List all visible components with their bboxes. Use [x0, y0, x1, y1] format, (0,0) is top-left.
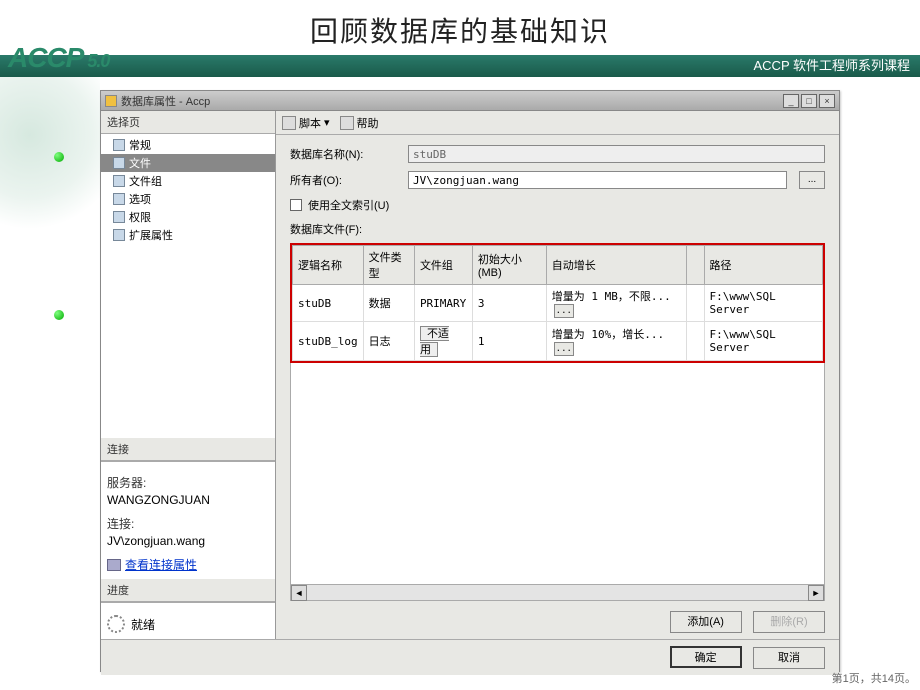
- server-label: 服务器:: [107, 474, 269, 491]
- tree-label: 文件: [129, 155, 151, 171]
- tree-item-filegroups[interactable]: 文件组: [101, 172, 275, 190]
- progress-panel: 就绪: [101, 602, 275, 639]
- left-sidebar: 选择页 常规 文件 文件组 选项 权限 扩展属性 镜像 事务日志传送 连接 服务…: [101, 111, 276, 639]
- maximize-button[interactable]: □: [801, 94, 817, 108]
- slide-subtitle: ACCP 软件工程师系列课程: [0, 55, 920, 77]
- script-icon: [282, 116, 296, 130]
- owner-input[interactable]: [408, 171, 787, 189]
- table-row[interactable]: stuDB 数据 PRIMARY 3 增量为 1 MB，不限...... F:\…: [293, 285, 823, 322]
- cell-name[interactable]: stuDB: [293, 285, 364, 322]
- tree-item-extended[interactable]: 扩展属性: [101, 226, 275, 244]
- bullet-dot: [54, 310, 64, 320]
- connection-value: JV\zongjuan.wang: [107, 534, 269, 548]
- tree-item-general[interactable]: 常规: [101, 136, 275, 154]
- bullet-dot: [54, 152, 64, 162]
- cell-group[interactable]: 不适用: [414, 322, 472, 361]
- database-icon: [105, 95, 117, 107]
- help-button[interactable]: 帮助: [340, 115, 379, 131]
- cell-size[interactable]: 1: [472, 322, 546, 361]
- help-icon: [340, 116, 354, 130]
- page-tree: 常规 文件 文件组 选项 权限 扩展属性 镜像 事务日志传送: [101, 134, 275, 244]
- cell-type[interactable]: 日志: [363, 322, 414, 361]
- cell-name[interactable]: stuDB_log: [293, 322, 364, 361]
- fulltext-checkbox[interactable]: [290, 199, 302, 211]
- dialog-footer: 确定 取消: [101, 639, 839, 675]
- tree-label: 扩展属性: [129, 227, 173, 243]
- scroll-left-icon[interactable]: ◄: [291, 585, 307, 601]
- remove-button: 删除(R): [753, 611, 825, 633]
- view-connection-link[interactable]: 查看连接属性: [125, 556, 197, 573]
- col-file-group[interactable]: 文件组: [414, 246, 472, 285]
- col-file-type[interactable]: 文件类型: [363, 246, 414, 285]
- content-toolbar: 脚本 ▾ 帮助: [276, 111, 839, 135]
- owner-label: 所有者(O):: [290, 172, 400, 188]
- page-icon: [113, 229, 125, 241]
- script-label: 脚本: [299, 115, 321, 131]
- col-initial-size[interactable]: 初始大小(MB): [472, 246, 546, 285]
- db-properties-dialog: 数据库属性 - Accp _ □ × 选择页 常规 文件 文件组 选项 权限 扩…: [100, 90, 840, 672]
- tree-label: 文件组: [129, 173, 162, 189]
- cell-type[interactable]: 数据: [363, 285, 414, 322]
- files-section-label: 数据库文件(F):: [290, 221, 825, 237]
- slide-title: 回顾数据库的基础知识: [0, 10, 920, 50]
- db-name-label: 数据库名称(N):: [290, 146, 400, 162]
- connection-label: 连接:: [107, 515, 269, 532]
- table-empty-area: ◄ ►: [290, 363, 825, 601]
- content-pane: 脚本 ▾ 帮助 数据库名称(N): 所有者(O): ... 使用全文索引(U) …: [276, 111, 839, 639]
- fulltext-label: 使用全文索引(U): [308, 197, 389, 213]
- horizontal-scrollbar[interactable]: ◄ ►: [291, 584, 824, 600]
- scroll-right-icon[interactable]: ►: [808, 585, 824, 601]
- files-table: 逻辑名称 文件类型 文件组 初始大小(MB) 自动增长 路径 stuDB 数据: [290, 243, 825, 363]
- col-path[interactable]: 路径: [704, 246, 822, 285]
- computer-icon: [107, 559, 121, 571]
- cell-growth[interactable]: 增量为 1 MB，不限......: [546, 285, 686, 322]
- progress-status: 就绪: [131, 616, 155, 633]
- table-row[interactable]: stuDB_log 日志 不适用 1 增量为 10%，增长...... F:\w…: [293, 322, 823, 361]
- connection-panel: 服务器: WANGZONGJUAN 连接: JV\zongjuan.wang 查…: [101, 461, 275, 579]
- growth-edit-button[interactable]: ...: [554, 304, 574, 318]
- minimize-button[interactable]: _: [783, 94, 799, 108]
- page-icon: [113, 193, 125, 205]
- cell-group[interactable]: PRIMARY: [414, 285, 472, 322]
- server-value: WANGZONGJUAN: [107, 493, 269, 507]
- page-icon: [113, 157, 125, 169]
- tree-label: 选项: [129, 191, 151, 207]
- page-icon: [113, 139, 125, 151]
- accp-logo: ACCP 5.0: [8, 42, 109, 74]
- growth-edit-button[interactable]: ...: [554, 342, 574, 356]
- progress-header: 进度: [101, 579, 275, 602]
- add-button[interactable]: 添加(A): [670, 611, 742, 633]
- page-selector-header: 选择页: [101, 111, 275, 134]
- ok-button[interactable]: 确定: [670, 646, 742, 668]
- tree-item-permissions[interactable]: 权限: [101, 208, 275, 226]
- help-label: 帮助: [357, 115, 379, 131]
- tree-label: 权限: [129, 209, 151, 225]
- tree-item-files[interactable]: 文件: [101, 154, 275, 172]
- page-icon: [113, 175, 125, 187]
- cell-size[interactable]: 3: [472, 285, 546, 322]
- tree-item-options[interactable]: 选项: [101, 190, 275, 208]
- db-name-input: [408, 145, 825, 163]
- page-indicator: 第1页，共14页。: [832, 670, 916, 686]
- cell-path[interactable]: F:\www\SQL Server: [704, 322, 822, 361]
- decorative-background: [0, 75, 100, 275]
- spinner-icon: [107, 615, 125, 633]
- cancel-button[interactable]: 取消: [753, 647, 825, 669]
- page-icon: [113, 211, 125, 223]
- cell-path[interactable]: F:\www\SQL Server: [704, 285, 822, 322]
- col-logical-name[interactable]: 逻辑名称: [293, 246, 364, 285]
- col-autogrowth[interactable]: 自动增长: [546, 246, 686, 285]
- connection-header: 连接: [101, 438, 275, 461]
- script-dropdown[interactable]: 脚本 ▾: [282, 115, 330, 131]
- window-title: 数据库属性 - Accp: [121, 93, 210, 109]
- owner-browse-button[interactable]: ...: [799, 171, 825, 189]
- titlebar[interactable]: 数据库属性 - Accp _ □ ×: [101, 91, 839, 111]
- cell-growth[interactable]: 增量为 10%，增长......: [546, 322, 686, 361]
- tree-label: 常规: [129, 137, 151, 153]
- close-button[interactable]: ×: [819, 94, 835, 108]
